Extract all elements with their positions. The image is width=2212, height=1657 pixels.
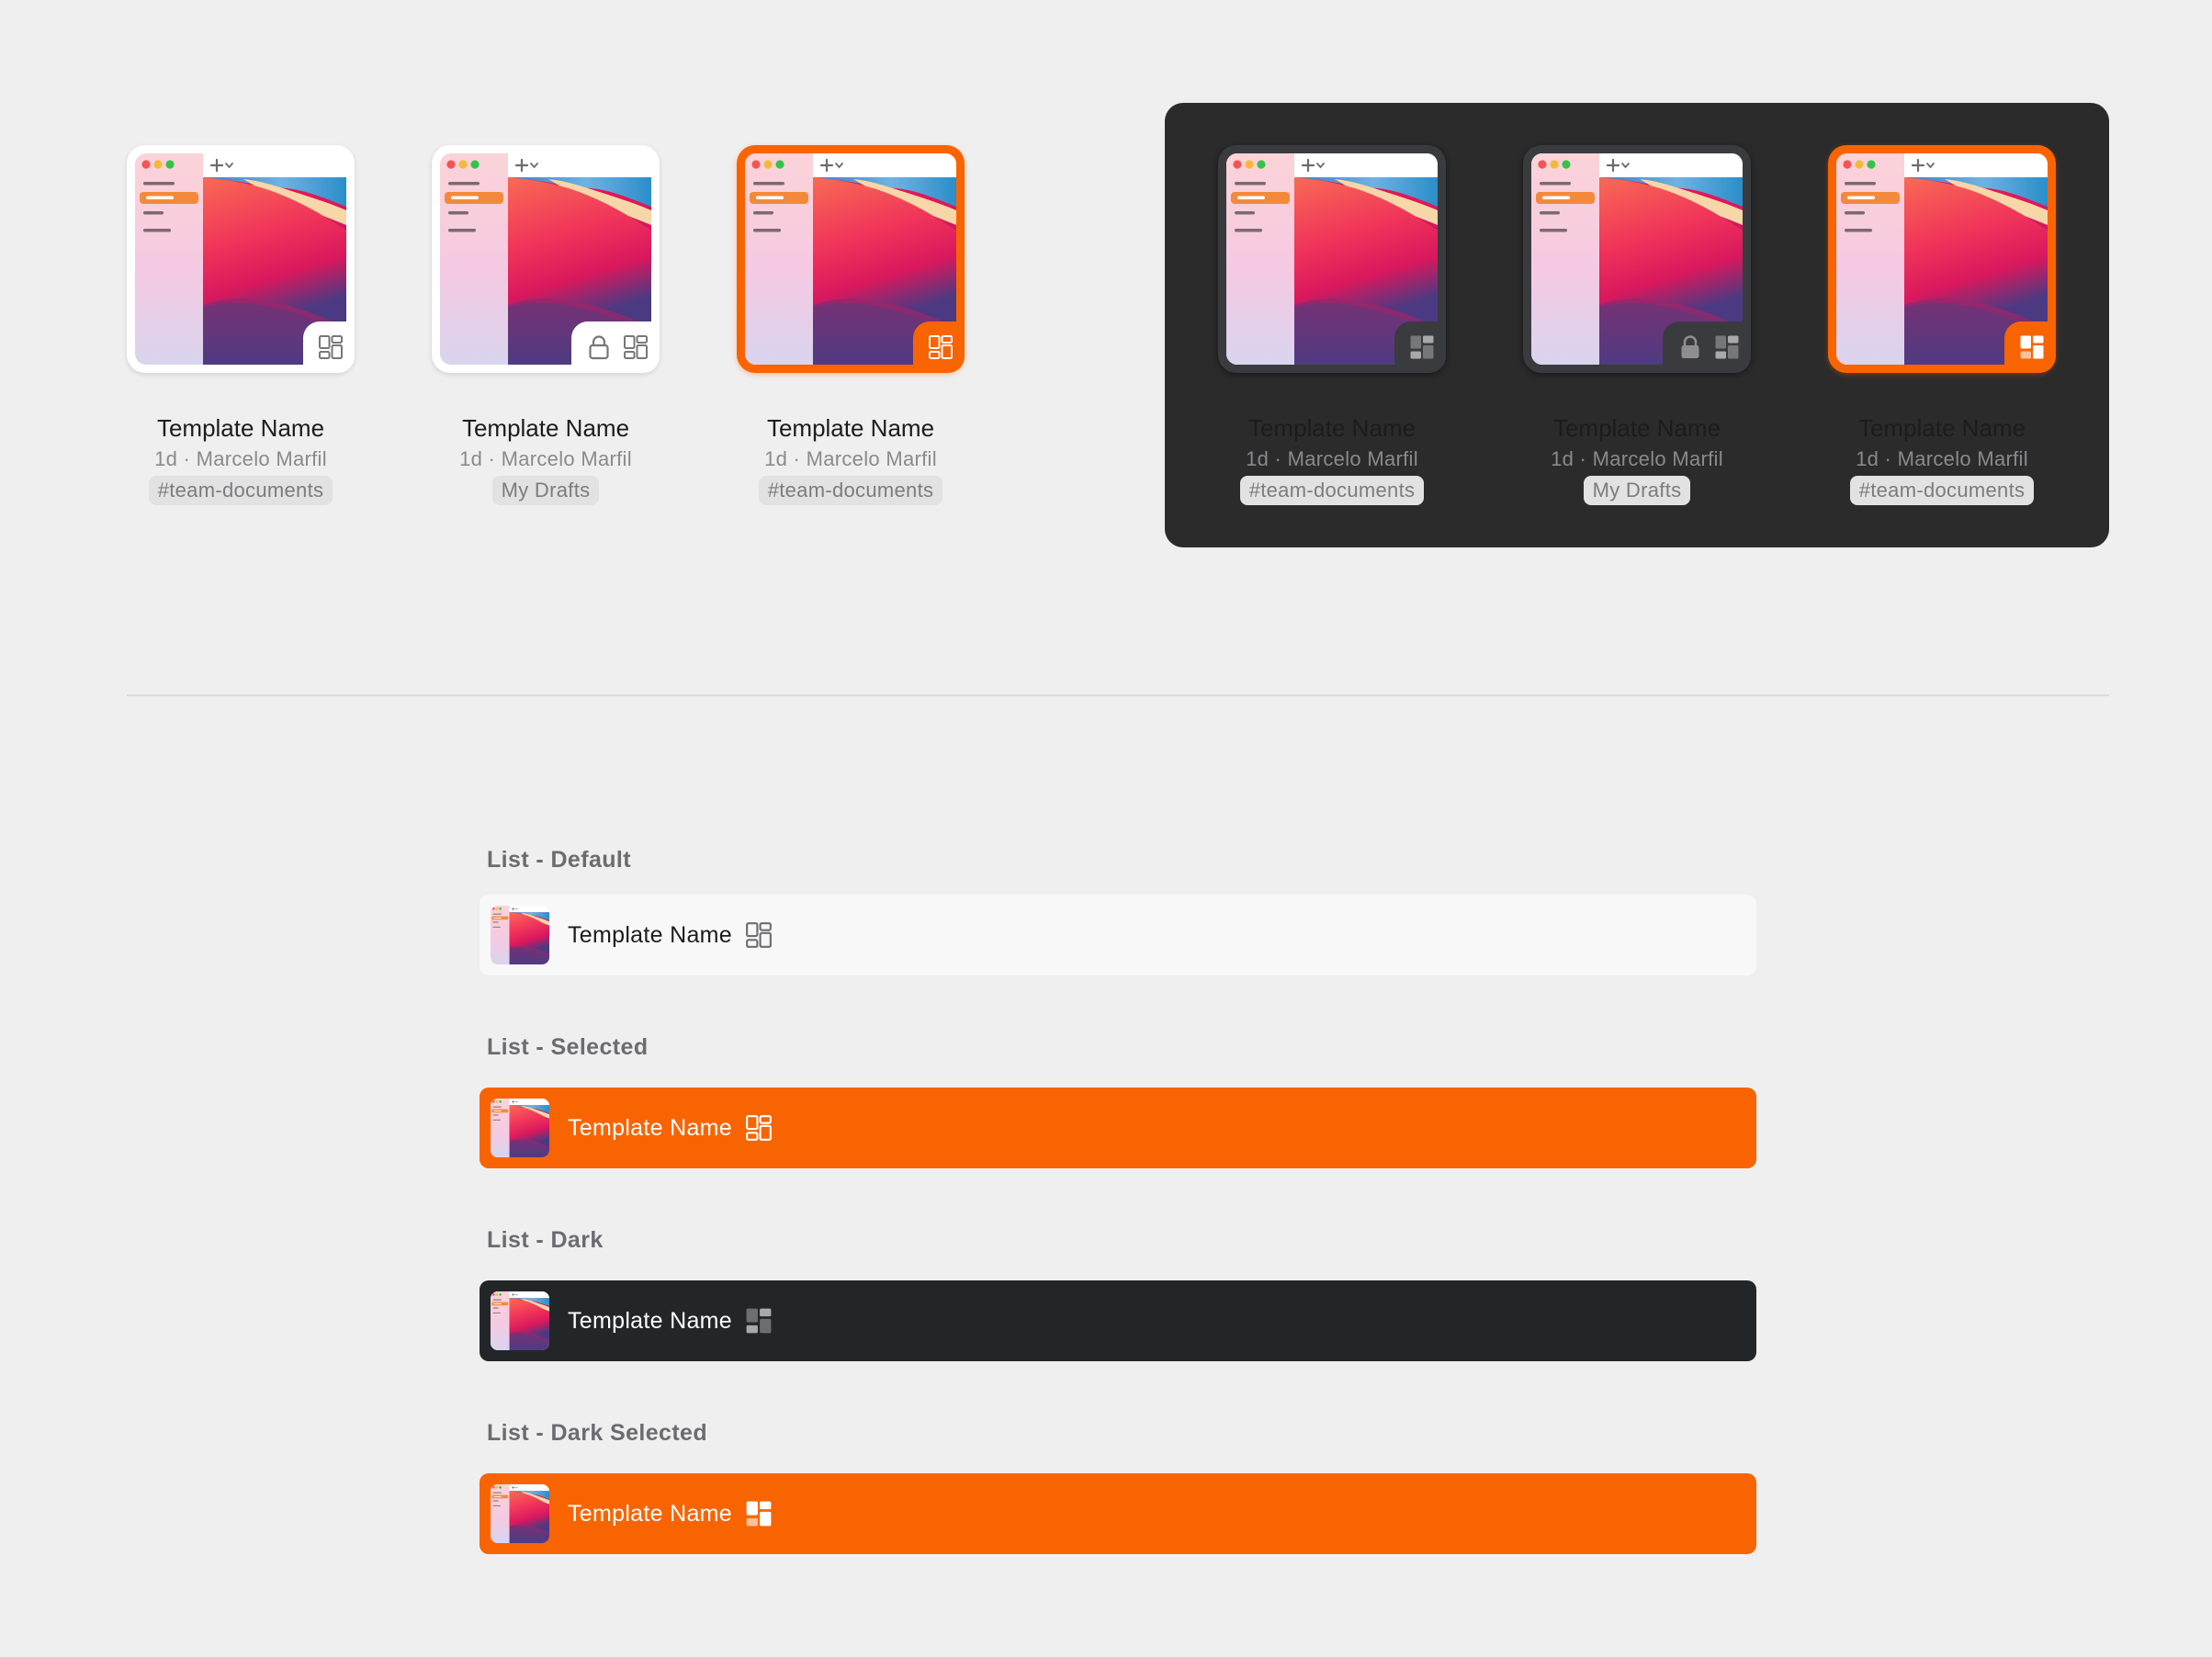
template-thumbnail[interactable] — [1218, 145, 1446, 373]
template-thumbnail[interactable] — [1523, 145, 1751, 373]
card-meta: 1d · Marcelo Marfil — [154, 447, 327, 470]
card-meta: 1d · Marcelo Marfil — [764, 447, 937, 470]
template-thumbnail[interactable] — [1828, 145, 2056, 373]
card-title: Template Name — [766, 414, 935, 442]
template-card-dark-selected[interactable]: Template Name 1d · Marcelo Marfil #team-… — [1823, 145, 2061, 505]
card-tag[interactable]: My Drafts — [1583, 476, 1691, 505]
template-layout-icon — [745, 1500, 773, 1527]
card-title: Template Name — [1552, 414, 1721, 442]
template-badge — [1394, 321, 1446, 373]
template-layout-icon — [1409, 334, 1435, 360]
template-layout-icon — [1714, 334, 1740, 360]
card-title: Template Name — [156, 414, 325, 442]
card-tag[interactable]: #team-documents — [758, 476, 943, 505]
template-thumbnail[interactable] — [737, 145, 965, 373]
row-name: Template Name — [568, 1115, 732, 1141]
template-card-dark[interactable]: Template Name 1d · Marcelo Marfil My Dra… — [1518, 145, 1756, 505]
template-layout-icon — [745, 921, 773, 949]
template-preview-image — [491, 1291, 549, 1350]
template-badge — [303, 321, 355, 373]
section-divider — [127, 694, 2109, 696]
card-title: Template Name — [461, 414, 630, 442]
card-tag[interactable]: #team-documents — [1239, 476, 1425, 505]
card-tag[interactable]: My Drafts — [491, 476, 600, 505]
template-card[interactable]: Template Name 1d · Marcelo Marfil #team-… — [121, 145, 360, 505]
template-thumbnail[interactable] — [127, 145, 355, 373]
template-layout-icon — [623, 334, 649, 360]
template-layout-icon — [745, 1114, 773, 1142]
list-section-label: List - Default — [487, 847, 631, 873]
card-title: Template Name — [1857, 414, 2026, 442]
list-row-dark-selected[interactable]: Template Name — [480, 1473, 1756, 1554]
card-meta: 1d · Marcelo Marfil — [1551, 447, 1723, 470]
card-title: Template Name — [1247, 414, 1416, 442]
template-layout-icon — [745, 1307, 773, 1335]
template-preview-image — [491, 1484, 549, 1543]
card-meta: 1d · Marcelo Marfil — [1856, 447, 2028, 470]
row-name: Template Name — [568, 1501, 732, 1527]
template-badge — [1663, 321, 1751, 373]
card-meta: 1d · Marcelo Marfil — [1246, 447, 1418, 470]
template-layout-icon — [2019, 334, 2045, 360]
list-section-label: List - Selected — [487, 1034, 649, 1060]
list-section-label: List - Dark — [487, 1227, 604, 1253]
template-badge — [571, 321, 660, 373]
card-meta: 1d · Marcelo Marfil — [459, 447, 632, 470]
template-thumbnail[interactable] — [432, 145, 660, 373]
template-card[interactable]: Template Name 1d · Marcelo Marfil My Dra… — [426, 145, 665, 505]
template-preview-image — [491, 1099, 549, 1157]
list-row-selected[interactable]: Template Name — [480, 1088, 1756, 1168]
card-tag[interactable]: #team-documents — [1849, 476, 2035, 505]
row-name: Template Name — [568, 1308, 732, 1334]
template-layout-icon — [318, 334, 344, 360]
list-row-default[interactable]: Template Name — [480, 895, 1756, 975]
template-card-dark[interactable]: Template Name 1d · Marcelo Marfil #team-… — [1213, 145, 1451, 505]
template-card-selected[interactable]: Template Name 1d · Marcelo Marfil #team-… — [731, 145, 970, 505]
template-preview-image — [491, 906, 549, 964]
list-row-dark[interactable]: Template Name — [480, 1280, 1756, 1361]
row-name: Template Name — [568, 922, 732, 948]
list-section-label: List - Dark Selected — [487, 1420, 708, 1446]
lock-icon — [586, 334, 612, 360]
template-badge — [913, 321, 965, 373]
card-tag[interactable]: #team-documents — [148, 476, 333, 505]
lock-icon — [1677, 334, 1703, 360]
template-layout-icon — [928, 334, 954, 360]
template-badge — [2004, 321, 2056, 373]
